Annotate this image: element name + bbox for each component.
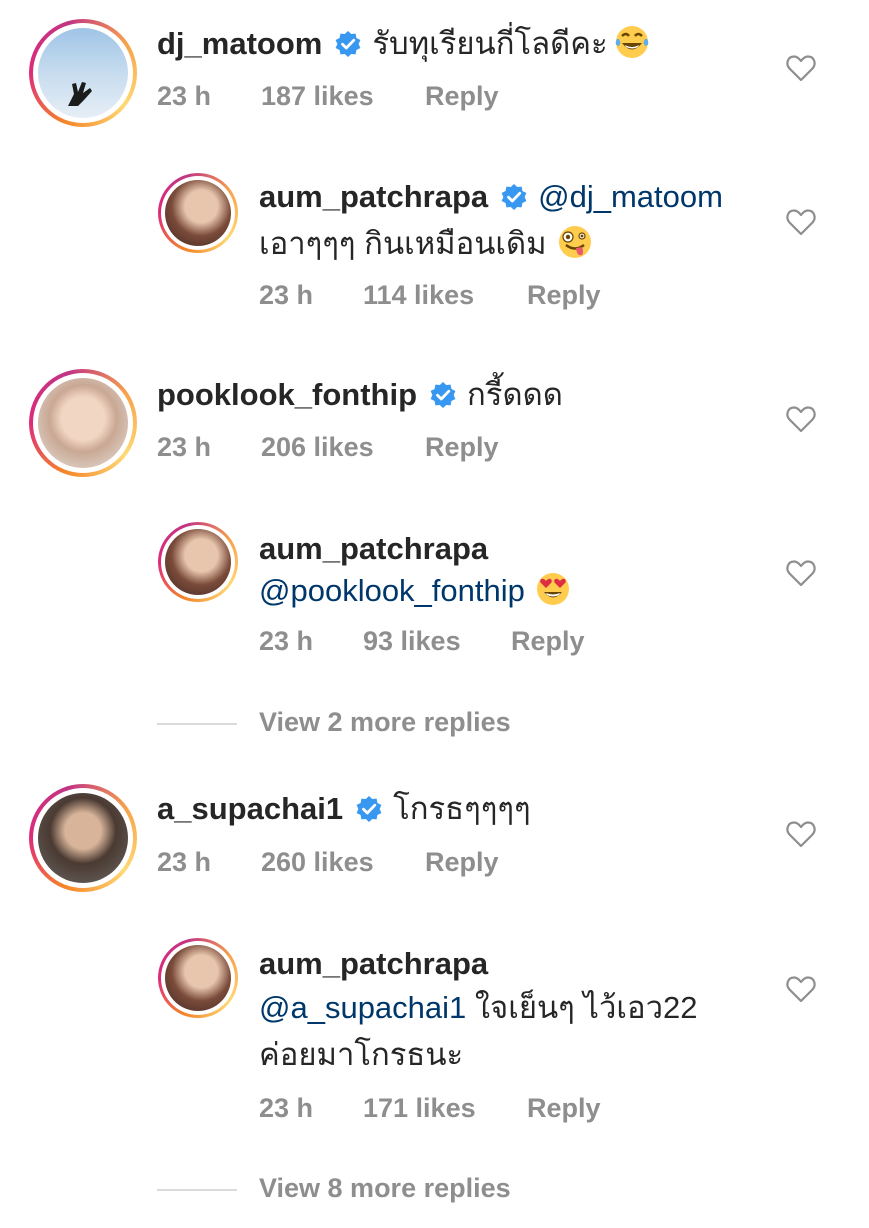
avatar[interactable] <box>158 938 238 1018</box>
view-more-replies-label[interactable]: View 2 more replies <box>259 707 511 738</box>
reply-button[interactable]: Reply <box>425 847 499 878</box>
reply-button[interactable]: Reply <box>425 81 499 112</box>
tears-of-joy-emoji-icon <box>615 26 648 58</box>
view-more-replies-label[interactable]: View 8 more replies <box>259 1173 511 1204</box>
comment-username[interactable]: dj_matoom <box>157 26 322 61</box>
reply-time: 23 h <box>259 1093 314 1123</box>
reply-text: ใจเย็นๆ ไว้เอว22 <box>474 990 698 1025</box>
comment-body: dj_matoom รับทุเรียนกี่โลดีคะ <box>157 24 650 63</box>
comment-username[interactable]: pooklook_fonthip <box>157 377 417 412</box>
reply-text-line-2: ค่อยมาโกรธนะ <box>259 1036 463 1074</box>
divider <box>157 723 237 725</box>
reply-button[interactable]: Reply <box>425 432 499 463</box>
comment-likes[interactable]: 187 likes <box>261 81 374 112</box>
comment-likes[interactable]: 206 likes <box>261 432 374 463</box>
comment-time: 23 h <box>157 847 212 877</box>
comment-likes[interactable]: 260 likes <box>261 847 374 878</box>
reply-mention[interactable]: @pooklook_fonthip <box>259 573 525 608</box>
avatar[interactable] <box>158 522 238 602</box>
reply-text-line: เอาๆๆๆ กินเหมือนเดิม <box>259 224 593 263</box>
comment-text: รับทุเรียนกี่โลดีคะ <box>372 26 608 61</box>
reply-likes[interactable]: 114 likes <box>363 280 474 311</box>
like-heart-icon[interactable] <box>786 54 816 82</box>
like-heart-icon[interactable] <box>786 208 816 236</box>
verified-badge-icon <box>335 31 361 57</box>
reply-button[interactable]: Reply <box>527 280 601 311</box>
avatar[interactable] <box>29 369 137 477</box>
hand-sign-icon <box>68 82 92 106</box>
reply-button[interactable]: Reply <box>511 626 585 657</box>
verified-badge-icon <box>430 382 456 408</box>
comment-time: 23 h <box>157 432 212 462</box>
reply-text-line: @a_supachai1 ใจเย็นๆ ไว้เอว22 <box>259 989 698 1027</box>
avatar[interactable] <box>158 173 238 253</box>
reply-text: เอาๆๆๆ กินเหมือนเดิม <box>259 226 547 261</box>
verified-badge-icon <box>501 184 527 210</box>
avatar[interactable] <box>29 784 137 892</box>
reply-body: aum_patchrapa <box>259 945 488 983</box>
avatar[interactable] <box>29 19 137 127</box>
comment-username[interactable]: a_supachai1 <box>157 791 343 826</box>
comment-text: กรี้ดดด <box>467 377 563 412</box>
reply-button[interactable]: Reply <box>527 1093 601 1124</box>
comment-text: โกรธๆๆๆๆ <box>393 791 531 826</box>
reply-username[interactable]: aum_patchrapa <box>259 179 488 214</box>
like-heart-icon[interactable] <box>786 975 816 1003</box>
comment-time: 23 h <box>157 81 212 111</box>
reply-text-continued: ค่อยมาโกรธนะ <box>259 1037 464 1072</box>
zany-face-emoji-icon <box>558 226 591 258</box>
reply-text-line: @pooklook_fonthip <box>259 571 571 610</box>
reply-likes[interactable]: 171 likes <box>363 1093 476 1124</box>
like-heart-icon[interactable] <box>786 820 816 848</box>
comment-body: pooklook_fonthip กรี้ดดด <box>157 376 563 414</box>
reply-time: 23 h <box>259 280 314 310</box>
reply-time: 23 h <box>259 626 314 656</box>
like-heart-icon[interactable] <box>786 559 816 587</box>
comment-body: a_supachai1 โกรธๆๆๆๆ <box>157 790 531 828</box>
divider <box>157 1189 237 1191</box>
like-heart-icon[interactable] <box>786 405 816 433</box>
reply-username[interactable]: aum_patchrapa <box>259 531 488 566</box>
reply-likes[interactable]: 93 likes <box>363 626 461 657</box>
reply-username[interactable]: aum_patchrapa <box>259 946 488 981</box>
reply-mention[interactable]: @dj_matoom <box>538 179 723 214</box>
reply-body: aum_patchrapa @dj_matoom <box>259 178 723 216</box>
reply-body: aum_patchrapa <box>259 530 488 568</box>
heart-eyes-emoji-icon <box>536 573 569 605</box>
verified-badge-icon <box>356 796 382 822</box>
reply-mention[interactable]: @a_supachai1 <box>259 990 466 1025</box>
